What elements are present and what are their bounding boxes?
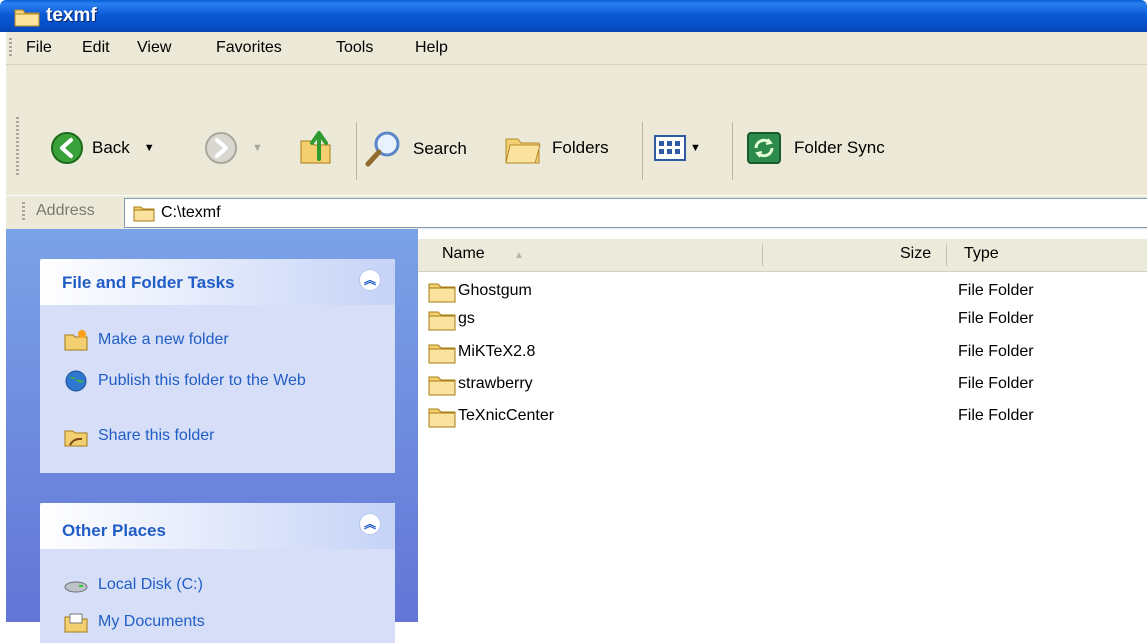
file-list[interactable]: Name ▲ Size Type Ghostgum File Folder gs… — [418, 229, 1147, 622]
file-name: strawberry — [458, 375, 533, 392]
panel-header[interactable]: File and Folder Tasks ︽ — [40, 259, 395, 305]
task-label: Share this folder — [98, 427, 215, 444]
folder-icon — [14, 9, 40, 27]
folders-button[interactable]: Folders — [502, 129, 609, 167]
up-folder-button[interactable] — [298, 127, 334, 165]
folder-sync-button[interactable]: Folder Sync — [746, 131, 885, 165]
back-button[interactable]: Back ▼ — [50, 131, 155, 165]
views-button[interactable]: ▼ — [654, 135, 701, 161]
panel-title: Other Places — [62, 521, 166, 540]
file-type: File Folder — [958, 343, 1034, 360]
file-type: File Folder — [958, 282, 1034, 299]
folder-icon — [133, 206, 155, 222]
title-bar[interactable]: texmf — [0, 0, 1147, 32]
file-type: File Folder — [958, 407, 1034, 424]
menu-view[interactable]: View — [137, 39, 171, 57]
toolbar-grip — [16, 117, 19, 177]
other-places-panel: Other Places ︽ Local Disk (C:) My Docume… — [40, 503, 395, 643]
folders-icon — [505, 138, 541, 164]
column-size[interactable]: Size — [900, 245, 931, 263]
back-label: Back — [92, 138, 130, 157]
file-type: File Folder — [958, 310, 1034, 327]
folder-sync-icon — [747, 132, 781, 164]
file-name: MiKTeX2.8 — [458, 343, 536, 360]
sort-ascending-icon: ▲ — [514, 250, 524, 261]
up-folder-icon — [300, 131, 331, 164]
column-name[interactable]: Name — [442, 245, 485, 263]
search-icon — [365, 131, 400, 167]
list-item[interactable]: MiKTeX2.8 File Folder — [428, 338, 1128, 368]
list-item[interactable]: TeXnicCenter File Folder — [428, 402, 1128, 432]
address-grip — [22, 202, 25, 222]
column-divider[interactable] — [946, 244, 947, 266]
my-documents-icon — [64, 613, 88, 633]
publish-web-icon — [65, 370, 87, 392]
back-dropdown-icon[interactable]: ▼ — [144, 142, 155, 154]
menu-tools[interactable]: Tools — [336, 39, 373, 57]
address-label: Address — [36, 202, 95, 219]
folder-icon — [428, 408, 456, 428]
new-folder-icon — [64, 330, 88, 351]
menu-help[interactable]: Help — [415, 39, 448, 57]
task-pane: File and Folder Tasks ︽ Make a new folde… — [6, 229, 418, 643]
window-title: texmf — [46, 5, 97, 26]
column-header-row: Name ▲ Size Type — [418, 239, 1147, 272]
folder-icon — [428, 283, 456, 303]
menu-grip — [9, 38, 12, 58]
collapse-chevron-icon[interactable]: ︽ — [359, 269, 381, 291]
folders-label: Folders — [552, 138, 609, 157]
menu-file[interactable]: File — [26, 39, 52, 57]
toolbar-separator — [732, 122, 733, 180]
list-item[interactable]: strawberry File Folder — [428, 370, 1128, 400]
list-item[interactable]: Ghostgum File Folder — [428, 277, 1128, 307]
collapse-chevron-icon[interactable]: ︽ — [359, 513, 381, 535]
views-dropdown-icon[interactable]: ▼ — [690, 142, 701, 154]
address-value: C:\texmf — [161, 204, 221, 221]
menu-bar: File Edit View Favorites Tools Help — [6, 32, 1147, 65]
panel-title: File and Folder Tasks — [62, 273, 235, 292]
toolbar-separator — [356, 122, 357, 180]
toolbar-separator — [642, 122, 643, 180]
file-name: gs — [458, 310, 475, 327]
panel-header[interactable]: Other Places ︽ — [40, 503, 395, 549]
search-button[interactable]: Search — [364, 129, 467, 169]
file-type: File Folder — [958, 375, 1034, 392]
menu-favorites[interactable]: Favorites — [216, 39, 282, 57]
task-label: Make a new folder — [98, 331, 229, 348]
address-input[interactable]: C:\texmf — [124, 198, 1147, 228]
address-bar: Address C:\texmf — [6, 195, 1147, 230]
task-label: Publish this folder to the Web — [98, 372, 306, 389]
folder-icon — [428, 344, 456, 364]
column-divider[interactable] — [762, 244, 763, 266]
folder-sync-label: Folder Sync — [794, 138, 885, 157]
back-arrow-icon — [51, 132, 83, 164]
forward-arrow-icon — [205, 132, 237, 164]
forward-button[interactable]: ▼ — [204, 131, 263, 165]
file-name: Ghostgum — [458, 282, 532, 299]
local-disk-icon — [64, 581, 88, 593]
share-folder-icon — [64, 430, 88, 447]
views-icon — [654, 135, 686, 161]
folder-icon — [428, 311, 456, 331]
place-label: Local Disk (C:) — [98, 576, 203, 593]
folder-icon — [428, 376, 456, 396]
toolbar: Back ▼ ▼ Search Folders ▼ Folder Sync — [6, 65, 1147, 195]
forward-dropdown-icon[interactable]: ▼ — [252, 142, 263, 154]
search-label: Search — [413, 139, 467, 158]
list-item[interactable]: gs File Folder — [428, 305, 1128, 335]
column-type[interactable]: Type — [964, 245, 999, 263]
file-folder-tasks-panel: File and Folder Tasks ︽ Make a new folde… — [40, 259, 395, 473]
menu-edit[interactable]: Edit — [82, 39, 110, 57]
file-name: TeXnicCenter — [458, 407, 555, 424]
